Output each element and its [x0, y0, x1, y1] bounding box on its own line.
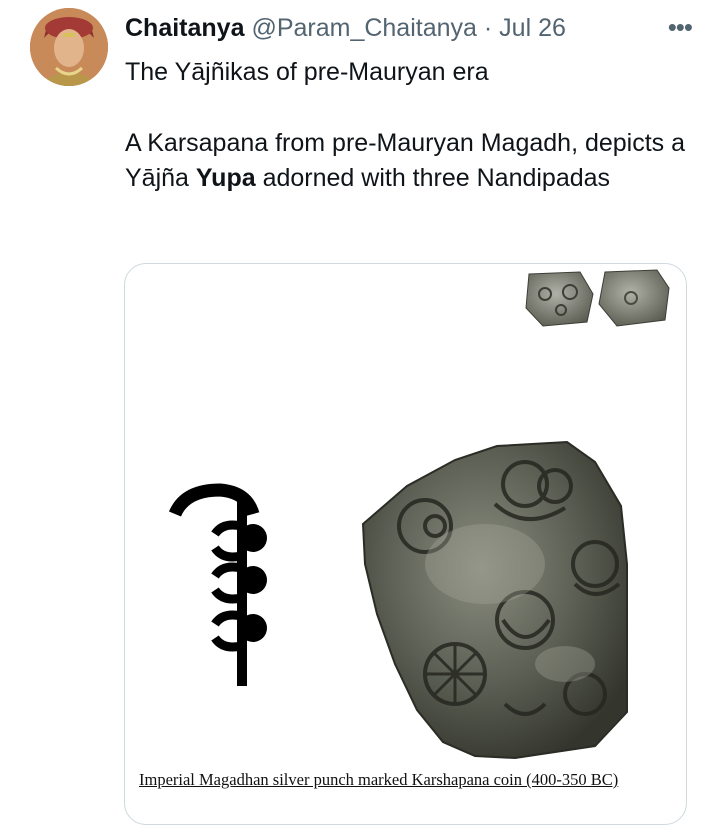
- tweet-text-line1: The Yājñikas of pre-Mauryan era: [125, 58, 489, 86]
- avatar-portrait: [30, 8, 108, 86]
- small-coin-reverse: [598, 269, 670, 327]
- coin-image: [169, 269, 670, 760]
- more-options-button[interactable]: •••: [667, 12, 693, 42]
- more-horizontal-icon: •••: [667, 12, 693, 42]
- image-caption: Imperial Magadhan silver punch marked Ka…: [139, 770, 619, 789]
- tweet-date[interactable]: Jul 26: [499, 14, 566, 42]
- tweet-header: Chaitanya @Param_Chaitanya · Jul 26: [125, 14, 710, 48]
- small-coin-obverse: [525, 271, 594, 327]
- yupa-symbol: [169, 483, 267, 686]
- large-coin: [361, 440, 628, 760]
- tweet-text-paragraph2: A Karsapana from pre-Mauryan Magadh, dep…: [125, 129, 686, 192]
- avatar[interactable]: [30, 8, 108, 86]
- separator: ·: [483, 14, 493, 42]
- handle[interactable]: @Param_Chaitanya: [251, 14, 477, 42]
- media-card[interactable]: Imperial Magadhan silver punch marked Ka…: [124, 263, 687, 825]
- tweet-text: The Yājñikas of pre-Mauryan era A Karsap…: [125, 55, 695, 196]
- bold-word: Yupa: [195, 164, 256, 192]
- display-name[interactable]: Chaitanya: [125, 14, 244, 42]
